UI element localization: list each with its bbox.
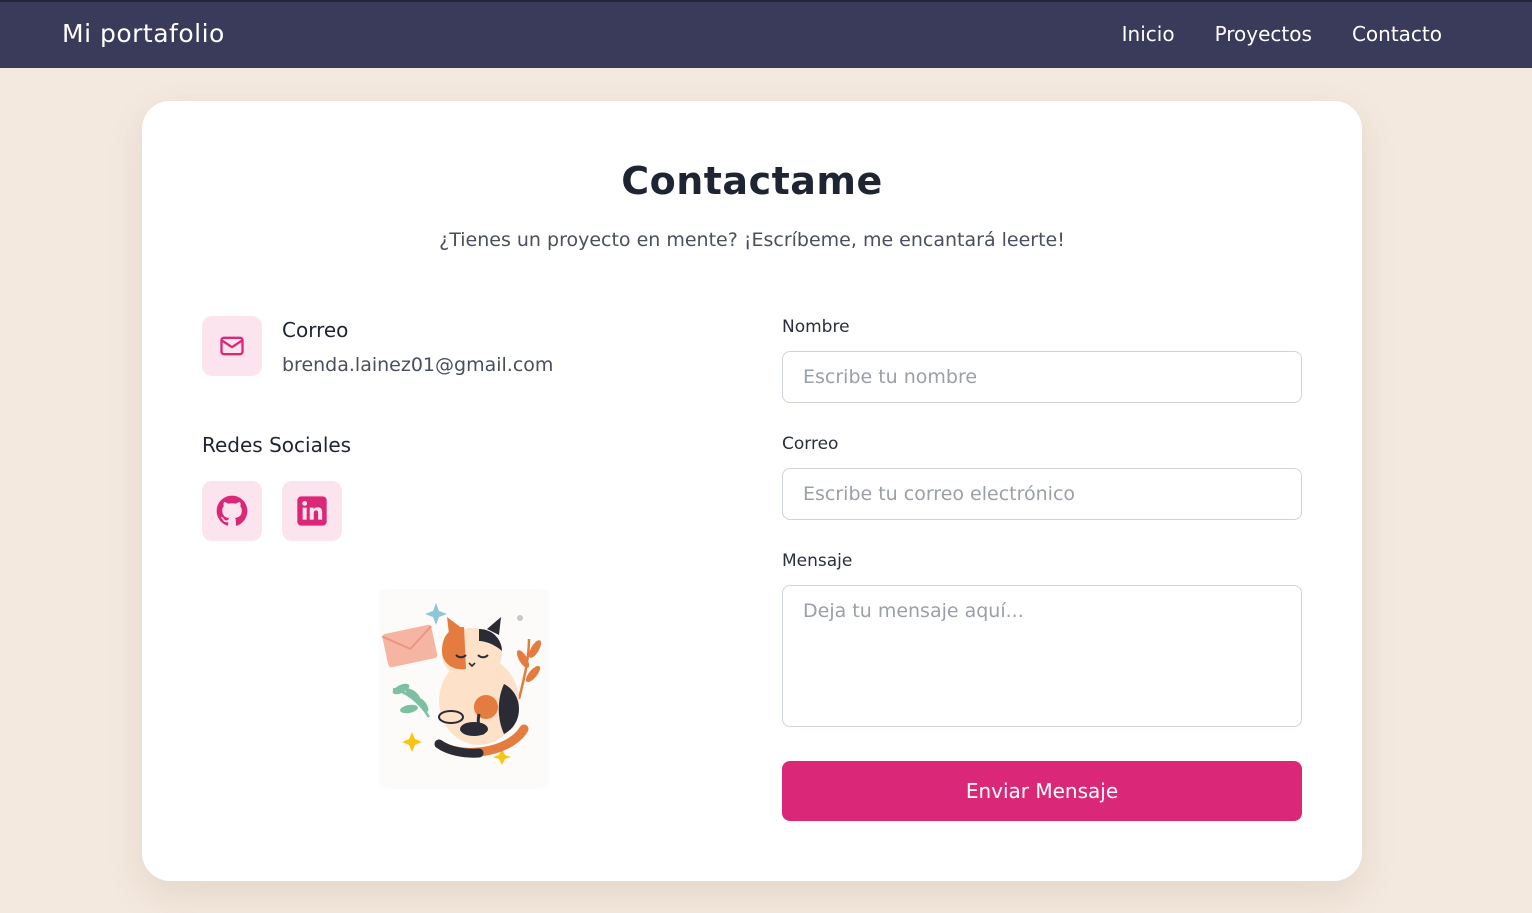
github-link[interactable]: [202, 481, 262, 541]
linkedin-icon: [296, 495, 328, 527]
cat-illustration: [379, 589, 549, 789]
github-icon: [216, 495, 248, 527]
message-label: Mensaje: [782, 551, 853, 571]
message-textarea[interactable]: [782, 585, 1302, 727]
email-address[interactable]: brenda.lainez01@gmail.com: [282, 354, 553, 376]
page-title: Contactame: [621, 159, 883, 203]
social-title: Redes Sociales: [202, 433, 352, 457]
contact-card: Contactame ¿Tienes un proyecto en mente?…: [142, 101, 1362, 881]
navbar: Mi portafolio Inicio Proyectos Contacto: [0, 0, 1532, 68]
page-subtitle: ¿Tienes un proyecto en mente? ¡Escríbeme…: [439, 229, 1065, 251]
email-label: Correo: [282, 318, 349, 342]
nav-link-inicio[interactable]: Inicio: [1122, 22, 1175, 46]
name-label: Nombre: [782, 317, 850, 337]
linkedin-link[interactable]: [282, 481, 342, 541]
nav-link-proyectos[interactable]: Proyectos: [1215, 22, 1312, 46]
name-input[interactable]: [782, 351, 1302, 403]
brand-title[interactable]: Mi portafolio: [62, 19, 225, 48]
email-field-label: Correo: [782, 434, 839, 454]
send-message-button[interactable]: Enviar Mensaje: [782, 761, 1302, 821]
nav-link-contacto[interactable]: Contacto: [1352, 22, 1442, 46]
nav-menu: Inicio Proyectos Contacto: [1122, 22, 1442, 46]
mail-icon: [202, 316, 262, 376]
email-input[interactable]: [782, 468, 1302, 520]
